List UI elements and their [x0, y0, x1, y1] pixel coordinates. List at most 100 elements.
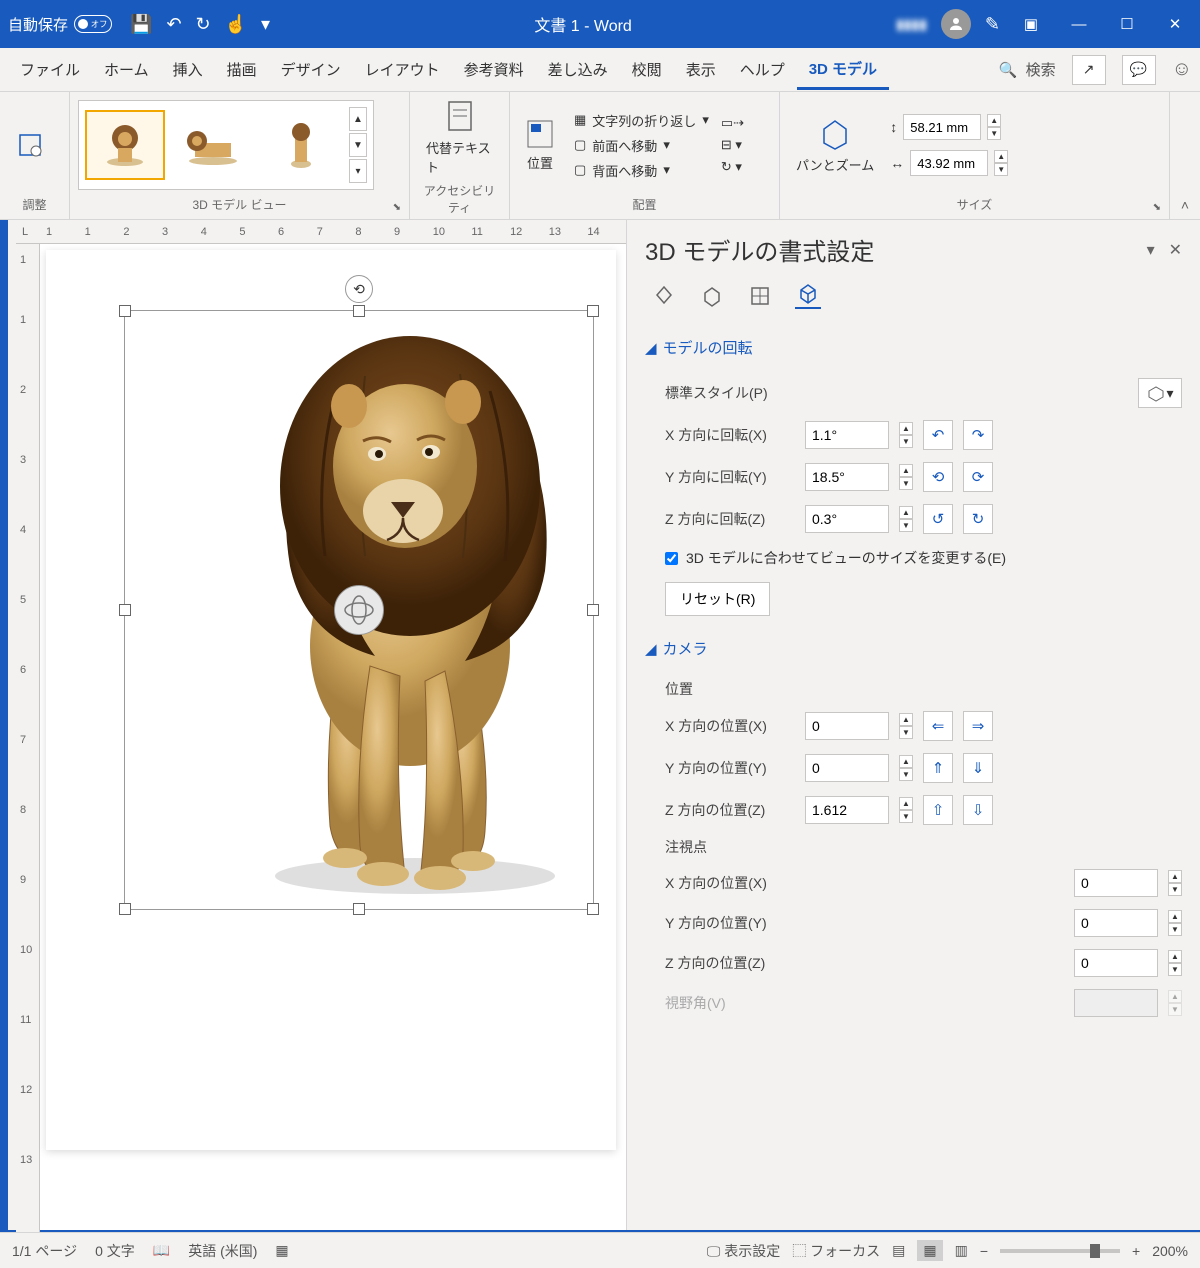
- view-preset-3[interactable]: [261, 110, 341, 180]
- width-input[interactable]: [910, 150, 988, 176]
- y-pos-up[interactable]: ▲: [899, 755, 913, 768]
- view-preset-1[interactable]: [85, 110, 165, 180]
- ly-up[interactable]: ▲: [1168, 910, 1182, 923]
- section-rotation-header[interactable]: ◢ モデルの回転: [645, 329, 1182, 366]
- selection-pane-icon[interactable]: ▭⇢: [721, 115, 744, 131]
- align-icon[interactable]: ⊟ ▾: [721, 137, 744, 153]
- views-dialog-launcher[interactable]: ⬊: [393, 202, 401, 213]
- zoom-out-button[interactable]: −: [980, 1243, 988, 1259]
- z-pos-up[interactable]: ▲: [899, 797, 913, 810]
- y-rot-down[interactable]: ▼: [899, 477, 913, 490]
- display-settings-button[interactable]: 🖵 表示設定: [707, 1241, 780, 1261]
- width-up[interactable]: ▲: [994, 150, 1008, 163]
- search-button[interactable]: 🔍 検索: [999, 59, 1056, 80]
- fill-tab-icon[interactable]: [651, 283, 677, 309]
- rotate-handle-icon[interactable]: ⟲: [345, 275, 373, 303]
- gallery-down-button[interactable]: ▼: [349, 133, 367, 157]
- z-rot-ccw-icon[interactable]: ↺: [923, 504, 953, 534]
- x-pos-input[interactable]: [805, 712, 889, 740]
- macro-icon[interactable]: ▦: [275, 1242, 288, 1259]
- tab-draw[interactable]: 描画: [215, 51, 269, 88]
- alt-text-button[interactable]: 代替テキスト: [418, 96, 501, 180]
- lx-down[interactable]: ▼: [1168, 883, 1182, 896]
- z-rotation-input[interactable]: [805, 505, 889, 533]
- autosave-toggle[interactable]: オフ: [74, 15, 112, 33]
- position-button[interactable]: 位置: [518, 115, 562, 176]
- save-icon[interactable]: 💾: [130, 14, 152, 35]
- undo-icon[interactable]: ↶: [166, 14, 181, 35]
- ly-down[interactable]: ▼: [1168, 923, 1182, 936]
- spell-check-icon[interactable]: 📖: [153, 1242, 170, 1259]
- x-rot-right-icon[interactable]: ↷: [963, 420, 993, 450]
- z-rot-up[interactable]: ▲: [899, 506, 913, 519]
- minimize-button[interactable]: —: [1062, 8, 1096, 40]
- tab-file[interactable]: ファイル: [8, 51, 92, 88]
- share-button[interactable]: ↗: [1072, 55, 1106, 85]
- z-rot-down[interactable]: ▼: [899, 519, 913, 532]
- zoom-level[interactable]: 200%: [1152, 1243, 1188, 1259]
- y-rot-right-icon[interactable]: ⟳: [963, 462, 993, 492]
- resize-handle-lc[interactable]: [119, 604, 131, 616]
- resize-handle-br[interactable]: [587, 903, 599, 915]
- word-count[interactable]: 0 文字: [95, 1241, 135, 1261]
- autosave-control[interactable]: 自動保存 オフ: [8, 14, 112, 35]
- web-layout-icon[interactable]: ▥: [955, 1242, 968, 1259]
- x-pos-left-icon[interactable]: ⇐: [923, 711, 953, 741]
- 3d-tab-icon[interactable]: [795, 283, 821, 309]
- resize-handle-bl[interactable]: [119, 903, 131, 915]
- view-preset-2[interactable]: [173, 110, 253, 180]
- tab-review[interactable]: 校閲: [620, 51, 674, 88]
- zoom-in-button[interactable]: +: [1132, 1243, 1140, 1259]
- page-canvas[interactable]: ⟲: [46, 250, 616, 1150]
- ribbon-display-icon[interactable]: ▣: [1014, 8, 1048, 40]
- y-rot-up[interactable]: ▲: [899, 464, 913, 477]
- z-rot-cw-icon[interactable]: ↻: [963, 504, 993, 534]
- lz-down[interactable]: ▼: [1168, 963, 1182, 976]
- x-rot-left-icon[interactable]: ↶: [923, 420, 953, 450]
- lookat-y-input[interactable]: [1074, 909, 1158, 937]
- redo-icon[interactable]: ↻: [196, 14, 211, 35]
- touch-mode-icon[interactable]: ☝: [225, 14, 247, 35]
- tab-mailings[interactable]: 差し込み: [536, 51, 620, 88]
- x-rot-down[interactable]: ▼: [899, 435, 913, 448]
- y-rot-left-icon[interactable]: ⟲: [923, 462, 953, 492]
- vertical-ruler[interactable]: 112345678910111213: [16, 244, 40, 1244]
- y-pos-down-icon[interactable]: ⇓: [963, 753, 993, 783]
- z-pos-down[interactable]: ▼: [899, 810, 913, 823]
- send-backward-button[interactable]: ▢背面へ移動 ▾: [570, 159, 713, 182]
- gallery-up-button[interactable]: ▲: [349, 107, 367, 131]
- tab-help[interactable]: ヘルプ: [728, 51, 797, 88]
- collapse-ribbon-icon[interactable]: ˄: [1181, 197, 1189, 213]
- lz-up[interactable]: ▲: [1168, 950, 1182, 963]
- x-rotation-input[interactable]: [805, 421, 889, 449]
- 3d-model-selection[interactable]: ⟲: [124, 310, 594, 910]
- read-mode-icon[interactable]: ▤: [892, 1242, 905, 1259]
- bring-forward-button[interactable]: ▢前面へ移動 ▾: [570, 134, 713, 157]
- pan-zoom-button[interactable]: パンとズーム: [788, 113, 882, 178]
- section-camera-header[interactable]: ◢ カメラ: [645, 630, 1182, 667]
- tab-3d-model[interactable]: 3D モデル: [797, 50, 889, 90]
- pane-options-icon[interactable]: ▾: [1147, 240, 1155, 260]
- y-rotation-input[interactable]: [805, 463, 889, 491]
- width-down[interactable]: ▼: [994, 163, 1008, 176]
- lx-up[interactable]: ▲: [1168, 870, 1182, 883]
- z-pos-out-icon[interactable]: ⇩: [963, 795, 993, 825]
- tab-home[interactable]: ホーム: [92, 51, 161, 88]
- page-indicator[interactable]: 1/1 ページ: [12, 1241, 77, 1261]
- x-pos-down[interactable]: ▼: [899, 726, 913, 739]
- x-pos-right-icon[interactable]: ⇒: [963, 711, 993, 741]
- height-down[interactable]: ▼: [987, 127, 1001, 140]
- 3d-orbit-control[interactable]: [334, 585, 384, 635]
- reset-3d-button[interactable]: [8, 127, 52, 163]
- preset-dropdown[interactable]: ▾: [1138, 378, 1182, 408]
- fit-view-checkbox[interactable]: [665, 552, 678, 565]
- reset-button[interactable]: リセット(R): [665, 582, 770, 616]
- close-button[interactable]: ✕: [1158, 8, 1192, 40]
- x-rot-up[interactable]: ▲: [899, 422, 913, 435]
- wrap-text-button[interactable]: ▦文字列の折り返し ▾: [570, 109, 713, 132]
- z-pos-input[interactable]: [805, 796, 889, 824]
- pane-close-icon[interactable]: ✕: [1169, 240, 1182, 260]
- lookat-x-input[interactable]: [1074, 869, 1158, 897]
- qat-dropdown-icon[interactable]: ▾: [261, 14, 270, 35]
- gallery-more-button[interactable]: ▾: [349, 159, 367, 183]
